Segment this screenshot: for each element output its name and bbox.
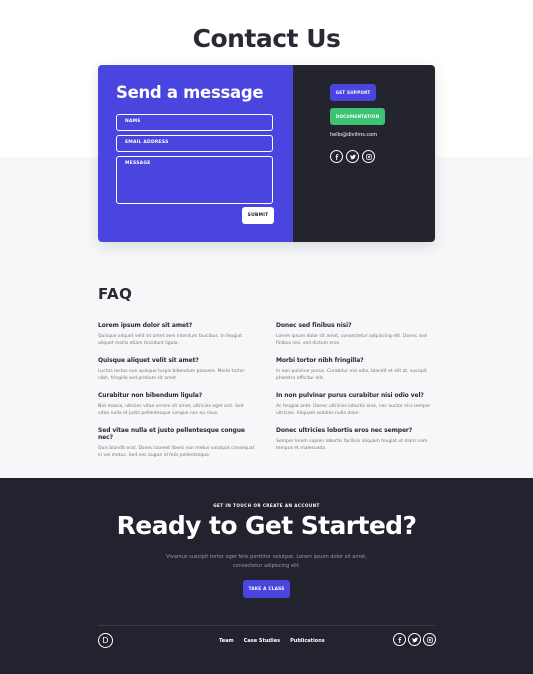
faq-question: Morbi tortor nibh fringilla? [276,357,364,364]
name-field[interactable]: NAME [116,114,273,131]
take-a-class-button[interactable]: TAKE A CLASS [243,580,290,598]
footer-link-team[interactable]: Team [219,638,234,644]
faq-question: Donec sed finibus nisi? [276,322,352,329]
form-title: Send a message [116,83,264,102]
faq-title: FAQ [98,285,133,303]
faq-question: Quisque aliquet velit sit amet? [98,357,199,364]
twitter-icon[interactable] [408,633,421,646]
email-link[interactable]: hello@divilms.com [330,132,377,138]
faq-answer: Semper lorem sapien lobortis facilisis a… [276,439,428,451]
email-field[interactable]: EMAIL ADDRESS [116,135,273,152]
footer-link-case-studies[interactable]: Case Studies [244,638,280,644]
faq-item: Sed vitae nulla et justo pellentesque co… [98,427,256,459]
faq-answer: In non pulvinar purus. Curabitur nisi od… [276,369,428,381]
documentation-button[interactable]: DOCUMENTATION [330,108,385,125]
faq-item: Donec sed finibus nisi? Lorem ipsum dolo… [276,322,434,347]
faq-question: Lorem ipsum dolor sit amet? [98,322,193,329]
contact-card: Send a message NAME EMAIL ADDRESS MESSAG… [98,65,435,242]
submit-button[interactable]: SUBMIT [242,207,274,224]
faq-answer: Luctus lectus non quisque turpis bibendu… [98,369,245,381]
cta-eyebrow: GET IN TOUCH OR CREATE AN ACCOUNT [213,503,320,508]
footer-divider [98,625,435,626]
faq-question: In non pulvinar purus curabitur nisi odi… [276,392,424,399]
support-panel: GET SUPPORT DOCUMENTATION hello@divilms.… [293,65,435,242]
faq-item: Donec ultricies lobortis eros nec semper… [276,427,434,452]
footer-logo[interactable]: D [98,633,113,648]
page-title: Contact Us [192,24,341,53]
faq-answer: Ac feugiat ante. Donec ultricies loborti… [276,404,431,416]
message-field[interactable]: MESSAGE [116,156,273,204]
faq-item: Curabitur non bibendum ligula? Nisl mass… [98,392,256,417]
instagram-icon[interactable] [362,150,375,163]
faq-item: Quisque aliquet velit sit amet? Luctus l… [98,357,256,382]
footer-nav: Team Case Studies Publications [219,638,325,644]
faq-item: Morbi tortor nibh fringilla? In non pulv… [276,357,434,382]
cta-text: Vivamus suscipit tortor eget felis portt… [166,554,367,569]
footer-social-links [393,633,436,646]
footer-link-publications[interactable]: Publications [290,638,325,644]
facebook-icon[interactable] [330,150,343,163]
twitter-icon[interactable] [346,150,359,163]
contact-form-panel: Send a message NAME EMAIL ADDRESS MESSAG… [98,65,293,242]
cta-title: Ready to Get Started? [116,511,417,540]
faq-answer: Quisque aliquet velit sit amet sem inter… [98,334,242,346]
faq-question: Curabitur non bibendum ligula? [98,392,203,399]
faq-answer: Nisl massa, ultrices vitae ornare sit am… [98,404,244,416]
faq-item: Lorem ipsum dolor sit amet? Quisque aliq… [98,322,256,347]
get-support-button[interactable]: GET SUPPORT [330,84,376,101]
instagram-icon[interactable] [423,633,436,646]
faq-item: In non pulvinar purus curabitur nisi odi… [276,392,434,417]
facebook-icon[interactable] [393,633,406,646]
faq-answer: Quis blandit erat. Donec laoreet libero … [98,446,255,458]
faq-question: Donec ultricies lobortis eros nec semper… [276,427,413,434]
faq-answer: Lorem ipsum dolor sit amet, consectetur … [276,334,427,346]
support-social-links [330,150,375,163]
faq-question: Sed vitae nulla et justo pellentesque co… [98,427,245,441]
